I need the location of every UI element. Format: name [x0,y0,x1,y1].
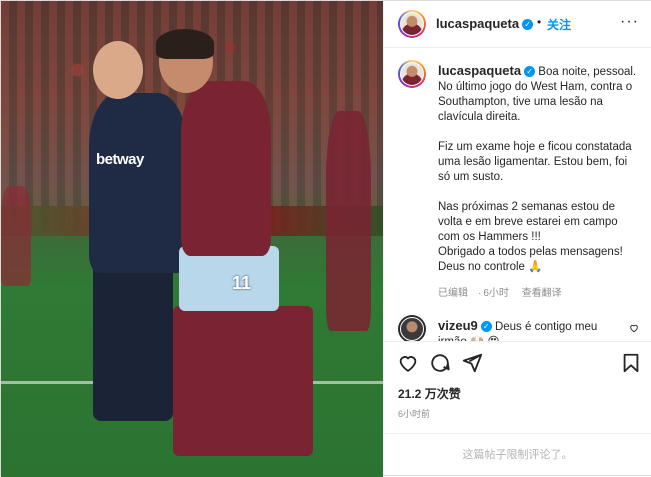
translate-link[interactable]: 查看翻译 [522,288,562,299]
caption-paragraph-3: Nas próximas 2 semanas estou de volta e … [438,201,623,273]
comment-icon[interactable] [429,352,451,374]
physio-head [93,41,143,99]
author-username-wrap[interactable]: lucaspaqueta ✓ [436,16,534,31]
instagram-post-modal: betway 11 lucaspaqueta ✓ • 关注 ··· lucaspa… [0,0,651,477]
shirt-sponsor: betway [96,151,144,168]
post-time: 6小时前 [398,409,431,419]
comments-area: lucaspaqueta ✓ Boa noite, pessoal. No últi… [384,47,651,341]
shorts-number: 11 [232,273,252,293]
background-player-right [326,111,371,331]
caption-username[interactable]: lucaspaqueta [438,63,521,78]
post-photo[interactable]: betway 11 [1,1,383,477]
commenter-username[interactable]: vizeu9 [438,318,478,333]
comment-text: vizeu9✓ Deus é contigo meu irmão 🙌🏼 😍 [438,318,628,341]
verified-icon: ✓ [522,19,534,31]
verified-icon: ✓ [480,321,492,333]
player-hair [156,29,214,59]
caption-text: lucaspaqueta ✓ Boa noite, pessoal. No últi… [438,63,638,275]
likes-count[interactable]: 21.2 万次赞 [398,385,461,402]
edited-label: 已编辑 [438,288,468,299]
more-icon[interactable]: ··· [620,13,639,31]
share-icon[interactable] [461,352,483,374]
author-username[interactable]: lucaspaqueta [436,16,519,31]
physio-legs [93,261,173,421]
caption-paragraph-2: Fiz um exame hoje e ficou constatada uma… [438,141,632,183]
post-side-panel: lucaspaqueta ✓ • 关注 ··· lucaspaqueta ✓ Boa… [383,1,651,475]
separator-dot: • [537,15,542,29]
commenter-avatar[interactable] [398,315,426,341]
caption-meta: 已编辑 · 6小时 查看翻译 [438,288,562,299]
bookmark-icon[interactable] [620,352,642,374]
follow-button[interactable]: 关注 [547,16,571,33]
physio-body [89,93,187,273]
comments-limited-notice: 这篇帖子限制评论了。 [384,433,651,476]
heart-icon[interactable] [397,352,419,374]
player-legs [173,306,313,456]
background-player-left [1,186,31,286]
caption-time: 6小时 [483,288,509,299]
comment-like-icon[interactable] [629,323,639,333]
player-body [181,81,271,256]
post-actions [384,341,651,386]
author-avatar[interactable] [398,10,426,38]
verified-icon: ✓ [524,66,536,78]
post-header: lucaspaqueta ✓ • 关注 ··· [384,1,651,48]
caption-avatar[interactable] [398,60,426,88]
